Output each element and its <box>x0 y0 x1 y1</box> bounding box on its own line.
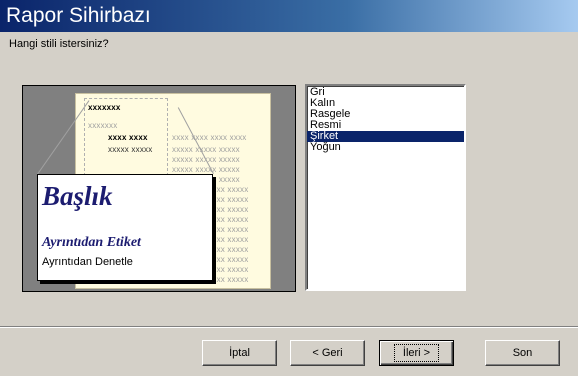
cancel-button[interactable]: İptal <box>202 340 277 366</box>
preview-sub-row-light: xxxxx xxxxx xxxxx <box>172 145 240 154</box>
preview-label-sample: Ayrıntıdan Etiket <box>42 235 141 250</box>
next-button[interactable]: İleri > <box>379 340 454 366</box>
preview-detail-row-light: xxxx xxxx xxxx xxxx <box>172 133 247 142</box>
style-list: Gri Kalın Rasgele Resmi Şirket Yoğun <box>307 87 464 153</box>
window-title: Rapor Sihirbazı <box>6 4 151 27</box>
next-button-label: İleri > <box>393 344 440 362</box>
preview-detail-row: xxxx xxxx <box>108 133 148 142</box>
separator <box>0 326 578 328</box>
finish-button[interactable]: Son <box>485 340 560 366</box>
back-button-label: < Geri <box>312 347 343 359</box>
preview-group-row: xxxxxxx <box>88 121 118 130</box>
preview-sub-row: xxxxx xxxxx <box>108 145 153 154</box>
preview-control-sample: Ayrıntıdan Denetle <box>42 256 133 268</box>
finish-button-label: Son <box>512 347 533 359</box>
back-button[interactable]: < Geri <box>290 340 365 366</box>
style-preview: xxxxxxx xxxxxxx xxxx xxxx xxxx xxxx xxxx… <box>22 85 296 292</box>
preview-zoom-callout: Başlık Ayrıntıdan Etiket Ayrıntıdan Dene… <box>37 174 213 281</box>
title-bar: Rapor Sihirbazı <box>0 0 578 32</box>
preview-title-sample: Başlık <box>42 181 113 211</box>
wizard-header: Hangi stili istersiniz? <box>0 32 578 64</box>
cancel-button-label: İptal <box>229 347 250 359</box>
style-option[interactable]: Yoğun <box>307 142 464 153</box>
style-listbox[interactable]: Gri Kalın Rasgele Resmi Şirket Yoğun <box>305 84 466 291</box>
question-text: Hangi stili istersiniz? <box>9 38 109 50</box>
